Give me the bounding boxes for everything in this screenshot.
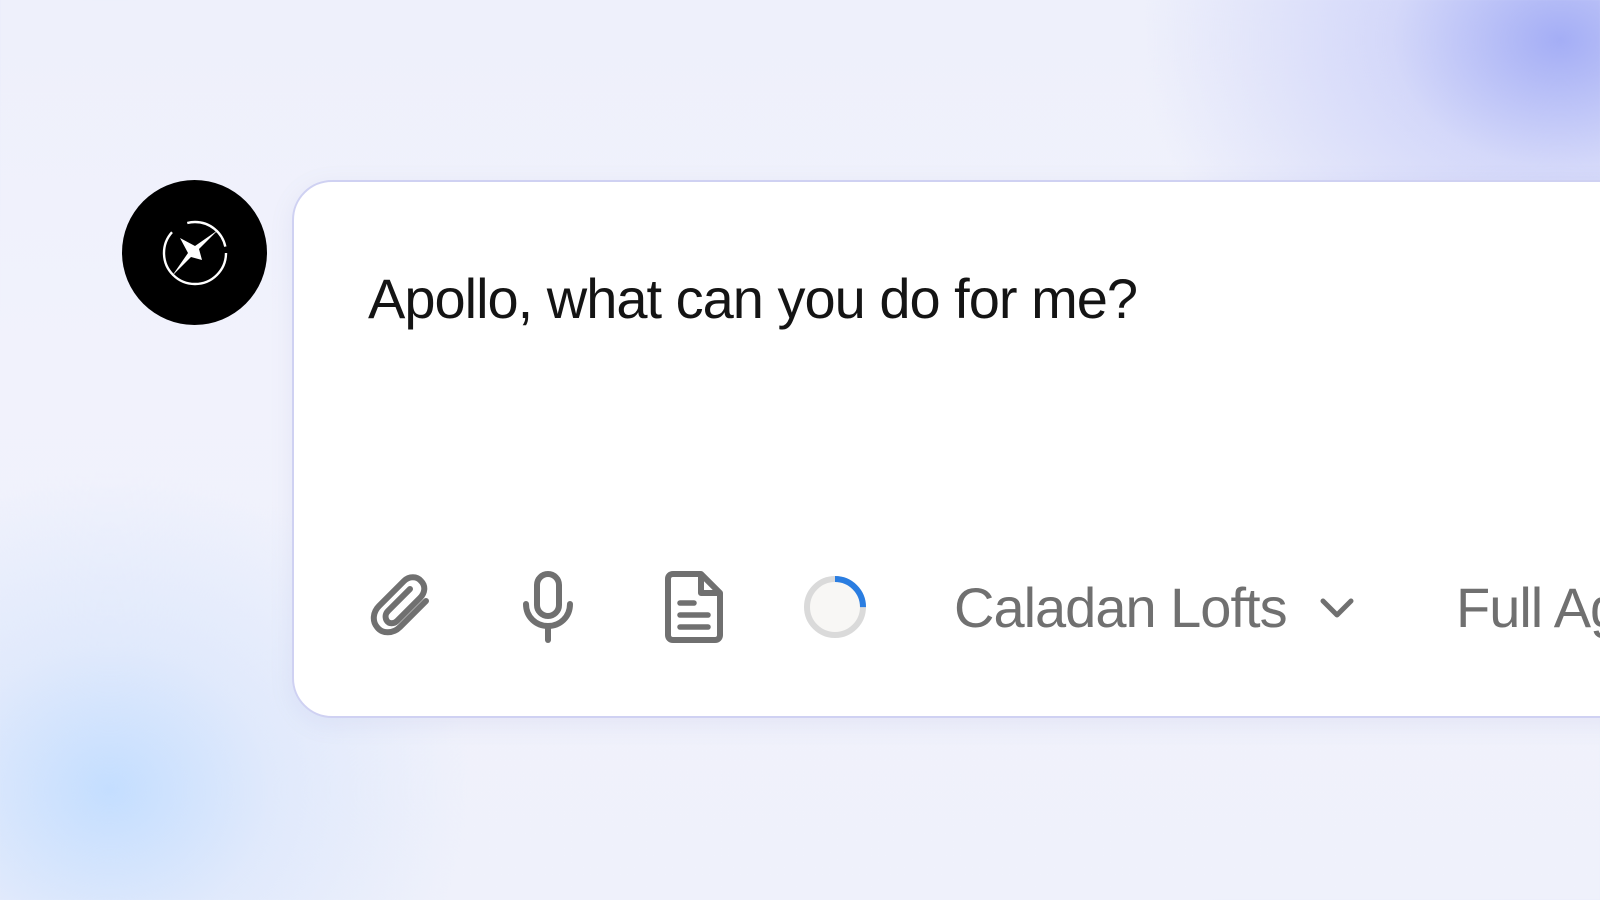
document-icon	[665, 571, 723, 643]
loading-ring-icon	[804, 576, 866, 638]
workspace-label: Caladan Lofts	[954, 575, 1288, 639]
assistant-avatar	[122, 180, 267, 325]
usage-progress-indicator	[799, 562, 871, 652]
mode-selector[interactable]: Full Ag	[1456, 562, 1600, 652]
voice-button[interactable]	[512, 562, 584, 652]
prompt-input[interactable]: Apollo, what can you do for me?	[368, 266, 1138, 331]
workspace-selector[interactable]: Caladan Lofts	[954, 562, 1357, 652]
prompt-composer[interactable]: Apollo, what can you do for me? Caladan …	[292, 180, 1600, 718]
document-button[interactable]	[656, 562, 732, 652]
microphone-icon	[523, 571, 573, 643]
attach-button[interactable]	[364, 562, 444, 652]
sparkle-star-icon	[162, 220, 227, 285]
paperclip-icon	[370, 574, 429, 636]
chevron-down-icon	[1317, 593, 1357, 621]
composer-toolbar: Caladan Lofts Full Ag	[294, 562, 1600, 652]
